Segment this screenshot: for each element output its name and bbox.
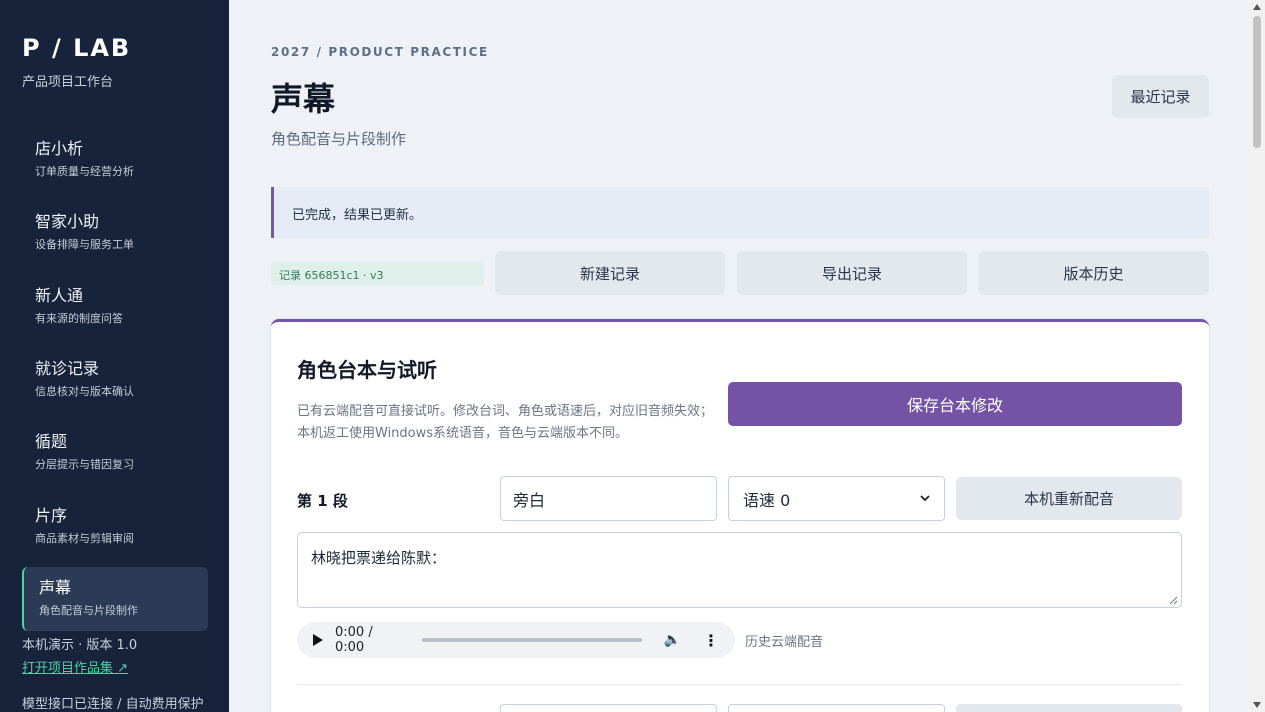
sidebar-item-title: 智家小助 xyxy=(35,212,100,231)
card-title: 角色台本与试听 xyxy=(297,358,437,382)
sidebar-item-title: 新人通 xyxy=(35,286,84,305)
line-textarea[interactable]: 林晓把票递给陈默： xyxy=(297,532,1182,608)
sidebar-item-pianxu[interactable]: 片序 商品素材与剪辑审阅 xyxy=(22,495,208,559)
segment-label: 第 1 段 xyxy=(297,492,348,510)
next-redub-button[interactable] xyxy=(956,704,1182,712)
audio-time: 0:00 / 0:00 xyxy=(335,625,373,655)
sidebar-item-xinrentong[interactable]: 新人通 有来源的制度问答 xyxy=(22,275,208,339)
sidebar-item-xunti[interactable]: 循题 分层提示与错因复习 xyxy=(22,421,208,485)
sidebar-item-jiuzhen[interactable]: 就诊记录 信息核对与版本确认 xyxy=(22,348,208,412)
version-label: 本机演示 · 版本 1.0 xyxy=(22,638,138,653)
save-script-button[interactable]: 保存台本修改 xyxy=(728,382,1182,426)
scroll-up-icon[interactable] xyxy=(1253,4,1261,10)
play-icon[interactable] xyxy=(313,634,323,646)
speed-select-value: 语速 0 xyxy=(743,490,791,510)
chevron-down-icon xyxy=(920,495,930,502)
page-title: 声幕 xyxy=(271,80,336,118)
new-record-button[interactable]: 新建记录 xyxy=(495,251,725,295)
portfolio-link[interactable]: 打开项目作品集 ↗ xyxy=(22,657,128,676)
audio-player[interactable]: 0:00 / 0:00 🔈 ⋮ xyxy=(297,622,735,658)
sidebar-item-subtitle: 商品素材与剪辑审阅 xyxy=(35,532,134,545)
sidebar-item-title: 店小析 xyxy=(35,139,84,158)
card-description: 已有云端配音可直接试听。修改台词、角色或语速后，对应旧音频失效；本机返工使用Wi… xyxy=(297,404,714,441)
next-role-input[interactable] xyxy=(500,704,717,712)
brand-logo: P / LAB xyxy=(22,34,132,62)
sidebar-item-subtitle: 设备排障与服务工单 xyxy=(35,238,134,251)
sidebar-item-subtitle: 信息核对与版本确认 xyxy=(35,385,134,398)
sidebar-item-title: 就诊记录 xyxy=(35,359,100,378)
api-status: 模型接口已连接 / 自动费用保护 xyxy=(22,697,204,712)
sidebar-item-shengmu[interactable]: 声幕 角色配音与片段制作 xyxy=(22,567,208,631)
sidebar-item-subtitle: 有来源的制度问答 xyxy=(35,312,123,325)
scrollbar[interactable] xyxy=(1249,0,1265,712)
audio-progress-bar[interactable] xyxy=(421,638,642,642)
sidebar-item-subtitle: 角色配音与片段制作 xyxy=(39,604,138,617)
export-record-button[interactable]: 导出记录 xyxy=(737,251,967,295)
sidebar-item-subtitle: 分层提示与错因复习 xyxy=(35,458,134,471)
page-subtitle: 角色配音与片段制作 xyxy=(271,130,407,148)
segment-divider xyxy=(297,684,1182,685)
sidebar-item-title: 循题 xyxy=(35,432,68,451)
sidebar: P / LAB 产品项目工作台 店小析 订单质量与经营分析 智家小助 设备排障与… xyxy=(0,0,229,712)
sidebar-item-title: 声幕 xyxy=(39,578,72,597)
sidebar-item-subtitle: 订单质量与经营分析 xyxy=(35,165,134,178)
status-notice: 已完成，结果已更新。 xyxy=(271,187,1209,238)
speed-select[interactable]: 语速 0 xyxy=(728,476,945,521)
sidebar-item-zhijia[interactable]: 智家小助 设备排障与服务工单 xyxy=(22,201,208,265)
resize-handle-icon[interactable] xyxy=(1168,595,1178,605)
scroll-down-icon[interactable] xyxy=(1253,702,1261,708)
local-redub-button[interactable]: 本机重新配音 xyxy=(956,477,1182,520)
brand-subtitle: 产品项目工作台 xyxy=(22,75,114,90)
more-options-icon[interactable]: ⋮ xyxy=(703,631,719,650)
script-card: 角色台本与试听 已有云端配音可直接试听。修改台词、角色或语速后，对应旧音频失效；… xyxy=(271,319,1209,712)
version-history-button[interactable]: 版本历史 xyxy=(978,251,1209,295)
sidebar-item-dianxiaoxi[interactable]: 店小析 订单质量与经营分析 xyxy=(22,128,208,192)
next-speed-select[interactable] xyxy=(728,704,945,712)
audio-source-note: 历史云端配音 xyxy=(745,635,824,650)
sidebar-item-title: 片序 xyxy=(35,506,68,525)
role-input[interactable] xyxy=(500,476,717,521)
scroll-thumb[interactable] xyxy=(1253,16,1261,148)
volume-icon[interactable]: 🔈 xyxy=(664,632,681,648)
recent-records-button[interactable]: 最近记录 xyxy=(1112,75,1209,118)
eyebrow: 2027 / PRODUCT PRACTICE xyxy=(271,45,489,59)
record-badge: 记录 656851c1 · v3 xyxy=(271,262,484,285)
